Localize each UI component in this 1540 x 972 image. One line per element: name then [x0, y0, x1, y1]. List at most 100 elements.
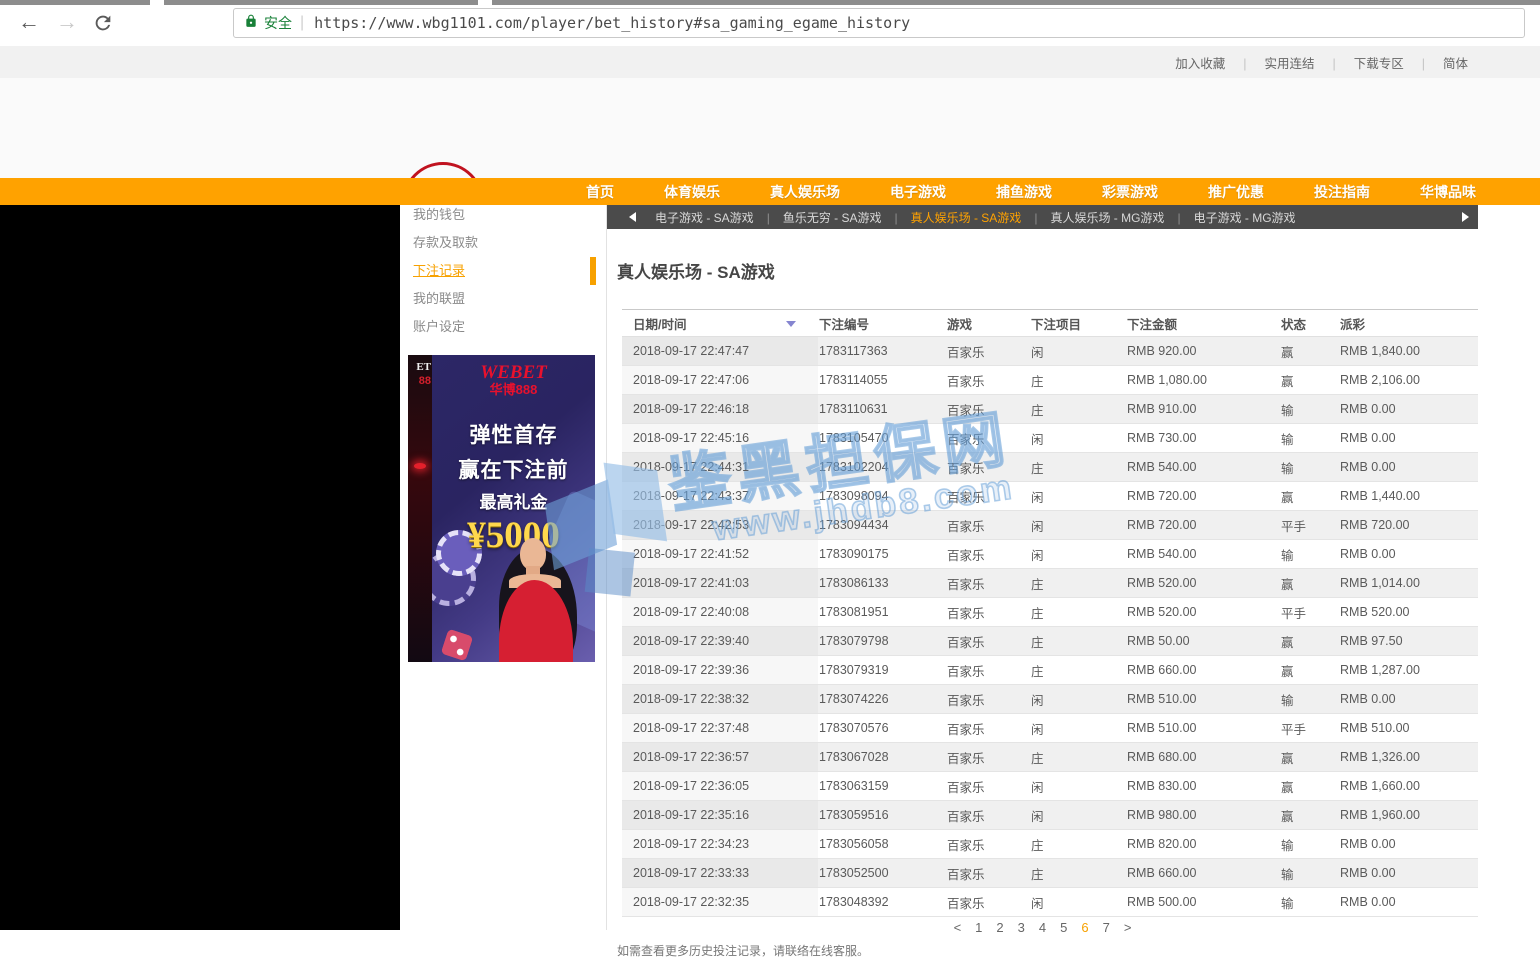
cell-status: 平手: [1280, 714, 1339, 743]
nav-item[interactable]: 首页: [586, 182, 614, 202]
sort-desc-icon[interactable]: [786, 321, 796, 327]
cell-datetime: 2018-09-17 22:36:05: [622, 772, 818, 801]
col-header-bet-no[interactable]: 下注编号: [818, 310, 946, 337]
cell-amount: RMB 980.00: [1126, 801, 1280, 830]
footer-note: 如需查看更多历史投注记录，请联络在线客服。: [617, 942, 1478, 959]
back-icon[interactable]: ←: [18, 10, 40, 34]
page-link[interactable]: 6: [1081, 920, 1088, 935]
cell-amount: RMB 520.00: [1126, 569, 1280, 598]
cell-datetime: 2018-09-17 22:32:35: [622, 888, 818, 917]
page-link[interactable]: 7: [1103, 920, 1110, 935]
sidebar-item[interactable]: 存款及取款: [400, 229, 606, 257]
cell-bet-no: 1783079798: [818, 627, 946, 656]
nav-item[interactable]: 真人娱乐场: [770, 182, 840, 202]
utility-links-bar: 加入收藏实用连结下载专区简体: [0, 46, 1540, 78]
reload-icon[interactable]: [92, 12, 114, 34]
table-row: 2018-09-17 22:39:36 1783079319 百家乐 庄 RMB…: [622, 656, 1478, 685]
cell-amount: RMB 50.00: [1126, 627, 1280, 656]
cell-status: 赢: [1280, 656, 1339, 685]
sidebar-item[interactable]: 下注记录: [400, 257, 606, 285]
game-history-tab[interactable]: 电子游戏 - MG游戏: [1194, 209, 1296, 226]
page-link[interactable]: >: [1124, 920, 1132, 935]
tabs-scroll-right-icon[interactable]: [1462, 212, 1469, 222]
sidebar-active-indicator: [590, 257, 596, 285]
utility-link[interactable]: 简体: [1443, 53, 1468, 72]
game-history-tab[interactable]: 真人娱乐场 - SA游戏: [911, 209, 1051, 226]
sidebar-item[interactable]: 账户设定: [400, 313, 606, 341]
page-link[interactable]: 5: [1060, 920, 1067, 935]
col-header-bet-item[interactable]: 下注项目: [1030, 310, 1126, 337]
cell-status: 赢: [1280, 337, 1339, 366]
page-link[interactable]: 4: [1039, 920, 1046, 935]
banner-bonus-amount: ¥5000: [432, 514, 595, 557]
cell-amount: RMB 510.00: [1126, 685, 1280, 714]
forward-icon[interactable]: →: [56, 10, 78, 34]
bet-history-table: 日期/时间 下注编号 游戏 下注项目 下注金额 状态 派彩 2018-09-17…: [622, 309, 1478, 917]
game-history-tab[interactable]: 真人娱乐场 - MG游戏: [1050, 209, 1193, 226]
cell-bet-no: 1783086133: [818, 569, 946, 598]
page-link[interactable]: 3: [1018, 920, 1025, 935]
col-header-amount[interactable]: 下注金额: [1126, 310, 1280, 337]
cell-bet-item: 庄: [1030, 830, 1126, 859]
cell-datetime: 2018-09-17 22:38:32: [622, 685, 818, 714]
utility-link[interactable]: 下载专区: [1354, 53, 1443, 72]
cell-bet-no: 1783067028: [818, 743, 946, 772]
address-bar[interactable]: 安全 | https://www.wbg1101.com/player/bet_…: [233, 8, 1525, 38]
cell-bet-no: 1783110631: [818, 395, 946, 424]
lock-icon[interactable]: [244, 14, 258, 33]
col-header-payout[interactable]: 派彩: [1339, 310, 1478, 337]
cell-amount: RMB 920.00: [1126, 337, 1280, 366]
cell-game: 百家乐: [946, 743, 1030, 772]
cell-datetime: 2018-09-17 22:34:23: [622, 830, 818, 859]
utility-link[interactable]: 实用连结: [1264, 53, 1353, 72]
table-row: 2018-09-17 22:34:23 1783056058 百家乐 庄 RMB…: [622, 830, 1478, 859]
cell-game: 百家乐: [946, 598, 1030, 627]
col-header-datetime[interactable]: 日期/时间: [622, 310, 818, 337]
page-link[interactable]: 1: [975, 920, 982, 935]
cell-bet-item: 闲: [1030, 772, 1126, 801]
game-history-tab[interactable]: 电子游戏 - SA游戏: [655, 209, 783, 226]
table-row: 2018-09-17 22:46:18 1783110631 百家乐 庄 RMB…: [622, 395, 1478, 424]
table-row: 2018-09-17 22:44:31 1783102204 百家乐 庄 RMB…: [622, 453, 1478, 482]
nav-item[interactable]: 投注指南: [1314, 182, 1370, 202]
table-row: 2018-09-17 22:38:32 1783074226 百家乐 闲 RMB…: [622, 685, 1478, 714]
game-history-tab[interactable]: 鱼乐无穷 - SA游戏: [783, 209, 911, 226]
cell-bet-no: 1783052500: [818, 859, 946, 888]
cell-game: 百家乐: [946, 830, 1030, 859]
pagination: <1234567 >: [607, 920, 1478, 935]
cell-status: 输: [1280, 395, 1339, 424]
cell-status: 输: [1280, 888, 1339, 917]
game-history-tabs: 电子游戏 - SA游戏鱼乐无穷 - SA游戏真人娱乐场 - SA游戏真人娱乐场 …: [607, 205, 1478, 229]
col-header-game[interactable]: 游戏: [946, 310, 1030, 337]
banner-sub-brand: 华博888: [432, 383, 595, 397]
nav-item[interactable]: 电子游戏: [890, 182, 946, 202]
cell-datetime: 2018-09-17 22:39:36: [622, 656, 818, 685]
table-row: 2018-09-17 22:33:33 1783052500 百家乐 庄 RMB…: [622, 859, 1478, 888]
page-link[interactable]: 2: [996, 920, 1003, 935]
promo-banner[interactable]: ET 88 WEBET 华博888 弹性首存 赢在下注前 最高礼金 ¥5000: [408, 355, 595, 662]
cell-amount: RMB 720.00: [1126, 482, 1280, 511]
cell-payout: RMB 510.00: [1339, 714, 1478, 743]
sidebar-item[interactable]: 我的钱包: [400, 201, 606, 229]
nav-item[interactable]: 彩票游戏: [1102, 182, 1158, 202]
nav-item[interactable]: 捕鱼游戏: [996, 182, 1052, 202]
cell-datetime: 2018-09-17 22:43:37: [622, 482, 818, 511]
nav-item[interactable]: 体育娱乐: [664, 182, 720, 202]
banner-headline-1: 弹性首存: [432, 419, 595, 449]
col-header-status[interactable]: 状态: [1280, 310, 1339, 337]
cell-bet-item: 闲: [1030, 424, 1126, 453]
cell-game: 百家乐: [946, 685, 1030, 714]
sidebar-item[interactable]: 我的联盟: [400, 285, 606, 313]
site-header: WEBET 华博888 华博娱乐 欢迎回来 ! 账户结余 RMB 0.90 立即…: [0, 78, 1540, 178]
cell-payout: RMB 0.00: [1339, 830, 1478, 859]
cell-payout: RMB 2,106.00: [1339, 366, 1478, 395]
tab-separator: [150, 0, 164, 5]
cell-bet-item: 庄: [1030, 598, 1126, 627]
nav-item[interactable]: 推广优惠: [1208, 182, 1264, 202]
nav-item[interactable]: 华博品味: [1420, 182, 1476, 202]
cell-amount: RMB 660.00: [1126, 656, 1280, 685]
utility-link[interactable]: 加入收藏: [1175, 53, 1264, 72]
page-link[interactable]: <: [954, 920, 962, 935]
browser-tab-strip: [0, 0, 1540, 5]
tabs-scroll-left-icon[interactable]: [629, 212, 636, 222]
